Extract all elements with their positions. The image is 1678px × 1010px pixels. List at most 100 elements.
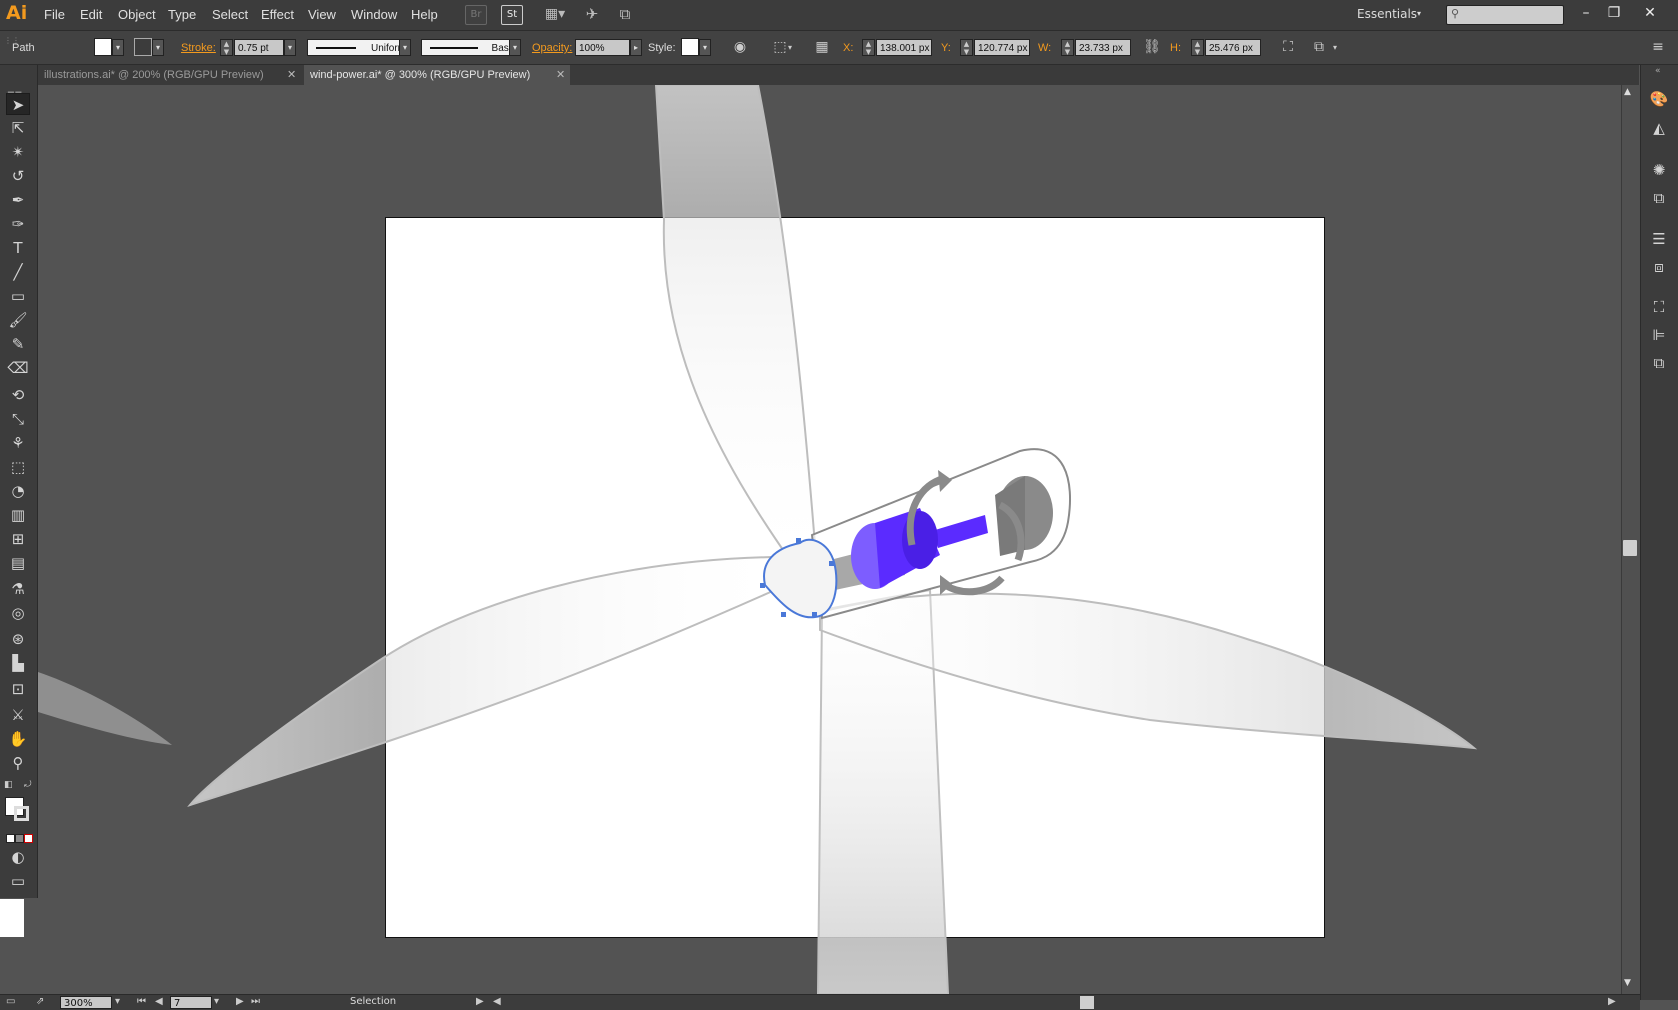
shape-options-dropdown-icon[interactable]: ▾ [1333,43,1337,52]
hand-tool-icon[interactable]: ✋ [6,728,30,750]
type-tool-icon[interactable]: T [6,237,30,259]
rotate-tool-icon[interactable]: ⟲ [6,384,30,406]
last-artboard-icon[interactable]: ⏭ [251,995,260,1008]
menu-type[interactable]: Type [168,7,196,22]
curvature-tool-icon[interactable]: ✑ [6,213,30,235]
zoom-field[interactable]: 300% [60,996,112,1009]
x-stepper[interactable]: ▲ ▼ [862,39,875,56]
screen-mode-icon[interactable]: ▭ [6,870,30,892]
bridge-button[interactable]: Br [465,5,487,25]
shape-builder-tool-icon[interactable]: ◔ [6,480,30,502]
graphic-style-dropdown[interactable]: ▾ [699,39,711,56]
stroke-dropdown[interactable]: ▾ [152,39,164,56]
symbol-sprayer-tool-icon[interactable]: ⊛ [6,628,30,650]
artboard-dropdown-icon[interactable]: ▾ [214,995,219,1008]
variable-width-profile[interactable]: Uniform [307,39,411,56]
align-panel-icon[interactable]: ⊫ [1648,324,1670,346]
tab-wind-power[interactable]: wind-power.ai* @ 300% (RGB/GPU Preview) [304,65,570,85]
artboards-panel-icon[interactable]: ⧈ [1648,256,1670,278]
next-artboard-icon[interactable]: ▶ [236,995,244,1008]
x-field[interactable]: 138.001 px [876,39,932,56]
blend-tool-icon[interactable]: ◎ [6,602,30,624]
menu-view[interactable]: View [308,7,336,22]
direct-selection-tool-icon[interactable]: ⇱ [6,117,30,139]
scroll-down-icon[interactable]: ▼ [1624,978,1631,988]
mesh-tool-icon[interactable]: ⊞ [6,528,30,550]
gpu-status-icon[interactable]: ▭ [6,995,15,1008]
selection-tool-icon[interactable]: ➤ [6,93,30,115]
search-input[interactable]: ⚲ [1446,5,1564,25]
default-fill-stroke-icon[interactable]: ◧ [4,780,13,790]
transform-panel-icon[interactable]: ⛶ [1278,37,1298,57]
h-field[interactable]: 25.476 px [1205,39,1261,56]
first-artboard-icon[interactable]: ⏮ [137,995,146,1008]
artboard-tool-icon[interactable]: ⊡ [6,678,30,700]
tab-illustrations[interactable]: illustrations.ai* @ 200% (RGB/GPU Previe… [38,65,300,85]
gradient-mode-icon[interactable] [15,834,24,843]
menu-help[interactable]: Help [411,7,438,22]
shape-options-icon[interactable]: ⧉ [1309,37,1329,57]
previous-artboard-icon[interactable]: ◀ [155,995,163,1008]
menu-file[interactable]: File [44,7,65,22]
restore-button[interactable]: ❐ [1601,3,1627,23]
menu-effect[interactable]: Effect [261,7,294,22]
variable-width-profile-dropdown[interactable]: ▾ [399,39,411,56]
magic-wand-tool-icon[interactable]: ✴ [6,141,30,163]
gradient-tool-icon[interactable]: ▤ [6,552,30,574]
brush-definition[interactable]: Basic [421,39,521,56]
layers-panel-icon[interactable]: ☰ [1648,228,1670,250]
menu-object[interactable]: Object [118,7,156,22]
transform-panel-icon[interactable]: ⛶ [1648,296,1670,318]
column-graph-tool-icon[interactable]: ▙ [6,652,30,674]
stroke-weight-dropdown[interactable]: ▾ [284,39,296,56]
line-tool-icon[interactable]: ╱ [6,261,30,283]
appearance-panel-icon[interactable]: ✺ [1648,159,1670,181]
anchor-point[interactable] [812,612,817,617]
anchor-point[interactable] [796,538,801,543]
opacity-dropdown[interactable]: ▸ [630,39,642,56]
scroll-up-icon[interactable]: ▲ [1624,87,1631,97]
sync-settings-icon[interactable]: ⧉ [615,5,635,23]
constrain-proportions-icon[interactable]: ⛓ [1142,37,1162,57]
close-tab-icon[interactable]: ✕ [556,65,565,85]
workspace-switcher[interactable]: Essentials [1357,7,1417,21]
pathfinder-panel-icon[interactable]: ⧉ [1648,352,1670,374]
rectangle-tool-icon[interactable]: ▭ [6,285,30,307]
stroke-label[interactable]: Stroke: [181,42,216,54]
eraser-tool-icon[interactable]: ⌫ [6,357,30,379]
swap-fill-stroke-icon[interactable]: ⤾ [24,780,32,790]
eyedropper-tool-icon[interactable]: ⚗ [6,578,30,600]
stroke-swatch[interactable] [134,38,152,56]
y-stepper[interactable]: ▲ ▼ [960,39,973,56]
slice-tool-icon[interactable]: ⚔ [6,704,30,726]
color-mode-icon[interactable] [6,834,15,843]
w-stepper[interactable]: ▲ ▼ [1061,39,1074,56]
anchor-point[interactable] [781,612,786,617]
control-panel-menu-icon[interactable]: ≡ [1648,37,1668,57]
scroll-right-icon[interactable]: ▶ [1608,995,1616,1008]
export-icon[interactable]: ⇗ [36,995,44,1008]
horizontal-scroll-thumb[interactable] [1080,996,1094,1009]
turbine-blade-left-copy[interactable] [38,672,172,745]
graphic-styles-icon[interactable]: ⧉ [1648,187,1670,209]
close-tab-icon[interactable]: ✕ [287,65,296,85]
vertical-scroll-thumb[interactable] [1623,540,1637,556]
lasso-tool-icon[interactable]: ↺ [6,165,30,187]
stroke-weight-stepper[interactable]: ▲ ▼ [220,39,233,56]
anchor-point[interactable] [829,561,834,566]
workspace-chevron-icon[interactable]: ▾ [1417,9,1421,18]
opacity-field[interactable]: 100% [575,39,630,56]
scale-tool-icon[interactable]: ⤡ [6,408,30,430]
zoom-dropdown-icon[interactable]: ▾ [115,995,120,1008]
y-field[interactable]: 120.774 px [974,39,1030,56]
color-guide-icon[interactable]: ◭ [1648,117,1670,139]
menu-window[interactable]: Window [351,7,397,22]
stock-button[interactable]: St [501,5,523,25]
stroke-color-box[interactable] [14,806,29,821]
status-menu-icon[interactable]: ▶ [476,995,484,1008]
artboard-number-field[interactable]: 7 [170,996,212,1009]
recolor-artwork-icon[interactable]: ◉ [730,37,750,57]
menu-edit[interactable]: Edit [80,7,102,22]
perspective-grid-tool-icon[interactable]: ▥ [6,504,30,526]
graphic-style-swatch[interactable] [681,38,699,56]
